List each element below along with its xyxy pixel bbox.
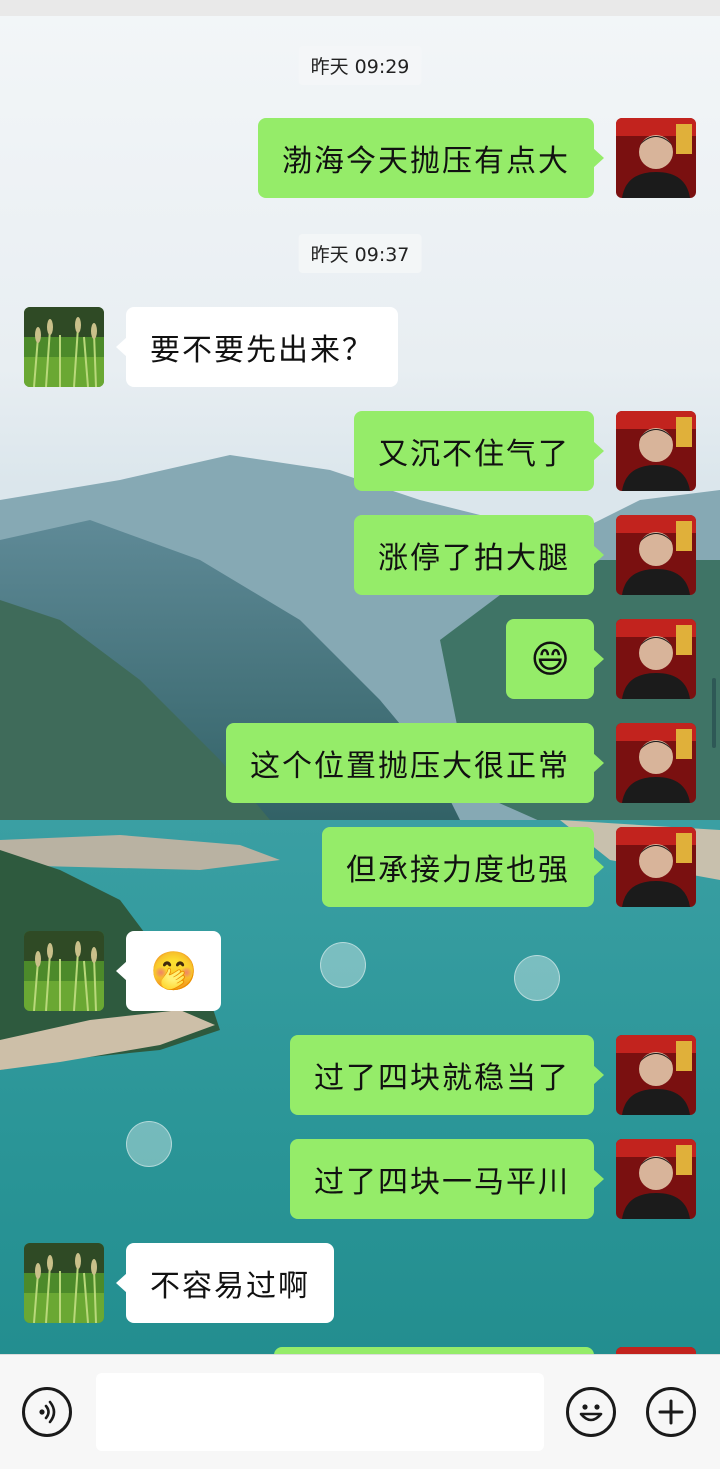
wallpaper-bubble-decoration xyxy=(514,955,560,1001)
emoji-button[interactable] xyxy=(566,1387,616,1437)
message-text: 这个位置抛压大很正常 xyxy=(250,749,570,784)
my-avatar[interactable] xyxy=(616,515,696,595)
more-options-button[interactable] xyxy=(646,1387,696,1437)
sent-message-bubble[interactable]: 又沉不住气了 xyxy=(354,411,604,491)
grinning-emoji: 😄 xyxy=(530,637,570,681)
received-message-bubble[interactable]: 不容易过啊 xyxy=(116,1243,334,1323)
contact-avatar[interactable] xyxy=(24,931,104,1011)
message-text: 但承接力度也强 xyxy=(346,853,570,888)
my-avatar[interactable] xyxy=(616,1139,696,1219)
my-avatar[interactable] xyxy=(616,1035,696,1115)
message-text: 又沉不住气了 xyxy=(378,437,570,472)
contact-avatar[interactable] xyxy=(24,307,104,387)
my-avatar[interactable] xyxy=(616,723,696,803)
message-text-input[interactable] xyxy=(96,1373,544,1451)
status-bar xyxy=(0,0,720,16)
voice-input-button[interactable] xyxy=(22,1387,72,1437)
sent-message-bubble[interactable]: 过了四块一马平川 xyxy=(290,1139,604,1219)
wallpaper-bubble-decoration xyxy=(126,1121,172,1167)
message-text: 要不要先出来？ xyxy=(150,333,374,368)
voice-icon xyxy=(39,1400,56,1424)
plus-icon xyxy=(658,1399,684,1425)
sent-message-bubble[interactable]: 这个位置抛压大很正常 xyxy=(226,723,604,803)
message-text: 渤海今天抛压有点大 xyxy=(282,144,570,179)
message-text: 涨停了拍大腿 xyxy=(378,541,570,576)
sent-message-bubble[interactable]: 渤海今天抛压有点大 xyxy=(258,118,604,198)
wallpaper-bubble-decoration xyxy=(320,942,366,988)
timestamp: 昨天 09:37 xyxy=(298,234,422,273)
received-emoji-bubble[interactable]: 🤭 xyxy=(115,931,222,1011)
smiley-icon xyxy=(579,1404,603,1422)
my-avatar[interactable] xyxy=(616,118,696,198)
scrollbar-thumb[interactable] xyxy=(712,678,716,748)
contact-avatar[interactable] xyxy=(24,1243,104,1323)
sent-message-bubble-partial[interactable] xyxy=(274,1347,594,1354)
sent-message-bubble[interactable]: 过了四块就稳当了 xyxy=(290,1035,604,1115)
my-avatar[interactable] xyxy=(616,827,696,907)
giggle-emoji: 🤭 xyxy=(150,948,198,993)
my-avatar[interactable] xyxy=(616,619,696,699)
message-text: 不容易过啊 xyxy=(150,1269,310,1304)
received-message-bubble[interactable]: 要不要先出来？ xyxy=(116,307,398,387)
sent-message-bubble[interactable]: 涨停了拍大腿 xyxy=(354,515,604,595)
sent-emoji-bubble[interactable]: 😄 xyxy=(506,619,604,699)
message-text: 过了四块就稳当了 xyxy=(314,1061,570,1096)
chat-message-list[interactable]: 昨天 09:29 渤海今天抛压有点大 昨天 09:37 要不要先出来？ 又沉不住… xyxy=(0,16,720,1354)
my-avatar[interactable] xyxy=(616,411,696,491)
sent-message-bubble[interactable]: 但承接力度也强 xyxy=(322,827,604,907)
my-avatar[interactable] xyxy=(616,1347,696,1354)
message-input-bar xyxy=(0,1354,720,1469)
message-text: 过了四块一马平川 xyxy=(314,1165,570,1200)
timestamp: 昨天 09:29 xyxy=(298,46,422,85)
